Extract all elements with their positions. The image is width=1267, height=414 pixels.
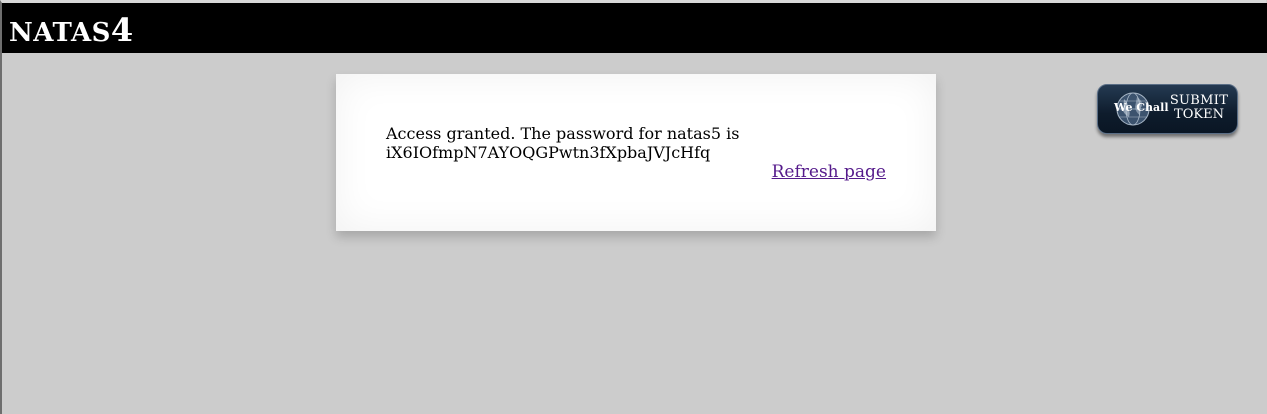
title-prefix: NATAS [9, 18, 111, 48]
title-number: 4 [110, 11, 134, 49]
content-panel: Access granted. The password for natas5 … [336, 74, 936, 231]
token-label: TOKEN [1174, 107, 1224, 122]
access-message: Access granted. The password for natas5 … [386, 124, 766, 162]
submit-token-label: SUBMIT TOKEN [1168, 94, 1230, 122]
password-text[interactable]: iX6IOfmpN7AYOQGPwtn3fXpbaJVJcHfq [386, 143, 766, 162]
message-line-1: Access granted. The password for natas5 … [386, 124, 740, 143]
wechall-logo-text: We Chall [1114, 101, 1169, 114]
page-title: NATAS4 [9, 11, 134, 49]
submit-token-button[interactable]: We Chall SUBMIT TOKEN [1097, 84, 1238, 134]
refresh-page-link[interactable]: Refresh page [772, 162, 886, 182]
submit-label: SUBMIT [1169, 93, 1229, 108]
header-bar: NATAS4 [2, 3, 1267, 53]
